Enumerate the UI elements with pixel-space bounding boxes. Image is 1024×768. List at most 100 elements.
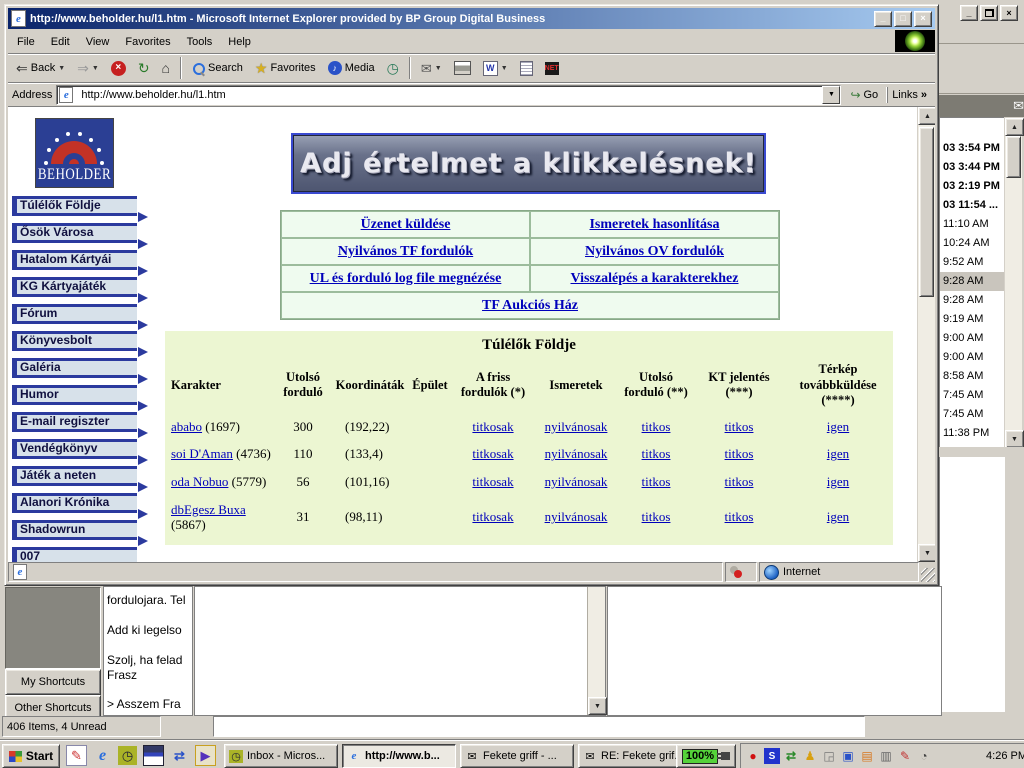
scrollbar-thumb[interactable] (1006, 136, 1021, 178)
link-titkos-kt[interactable]: titkos (725, 474, 754, 489)
message-list-scrollbar[interactable]: ▲ ▼ (1004, 117, 1023, 449)
message-list-item[interactable]: 03 3:44 PM (940, 158, 1005, 177)
ie-close-button[interactable]: × (914, 11, 932, 27)
my-shortcuts-button[interactable]: My Shortcuts (5, 669, 101, 695)
link-titkos[interactable]: titkos (642, 509, 671, 524)
character-link[interactable]: soi D'Aman (171, 446, 233, 461)
sidebar-item-galeria[interactable]: Galéria (12, 358, 137, 378)
link-visszalepes[interactable]: Visszalépés a karakterekhez (571, 271, 739, 287)
beholder-logo[interactable]: BEHOLDER (35, 118, 114, 188)
address-url[interactable]: http://www.beholder.hu/l1.htm (81, 89, 225, 101)
task-re-fekete-griff[interactable]: ✉ RE: Fekete grif... (578, 744, 692, 768)
scroll-down-icon[interactable]: ▼ (1005, 430, 1024, 448)
sidebar-item-vendegkonyv[interactable]: Vendégkönyv (12, 439, 137, 459)
link-titkos-kt[interactable]: titkos (725, 446, 754, 461)
tray-orange-window-icon[interactable]: ▤ (859, 748, 875, 764)
sidebar-item-forum[interactable]: Fórum (12, 304, 137, 324)
scroll-up-icon[interactable]: ▲ (1005, 118, 1024, 136)
menu-help[interactable]: Help (221, 33, 258, 51)
menu-favorites[interactable]: Favorites (118, 33, 177, 51)
link-titkos-kt[interactable]: titkos (725, 419, 754, 434)
message-list-item[interactable]: 03 2:19 PM (940, 177, 1005, 196)
ie-minimize-button[interactable]: _ (874, 11, 892, 27)
link-igen[interactable]: igen (827, 474, 849, 489)
link-titkosak[interactable]: titkosak (472, 474, 513, 489)
tray-green-arrows-icon[interactable]: ⇄ (783, 748, 799, 764)
sidebar-item-konyvesbolt[interactable]: Könyvesbolt (12, 331, 137, 351)
character-link[interactable]: oda Nobuo (171, 474, 228, 489)
message-list-item[interactable]: 9:00 AM (940, 348, 1005, 367)
sidebar-item-hatalom-kartyai[interactable]: Hatalom Kártyái (12, 250, 137, 270)
menu-edit[interactable]: Edit (44, 33, 77, 51)
net-button[interactable]: NET (541, 60, 563, 77)
edit-dropdown-icon[interactable]: ▼ (501, 65, 508, 72)
mail-dropdown-icon[interactable]: ▼ (435, 65, 442, 72)
link-nyilvanosak[interactable]: nyilvánosak (545, 509, 608, 524)
sidebar-item-jatek-a-neten[interactable]: Játék a neten (12, 466, 137, 486)
scroll-up-icon[interactable]: ▲ (918, 107, 935, 125)
message-list-item[interactable]: 10:24 AM (940, 234, 1005, 253)
sidebar-item-shadowrun[interactable]: Shadowrun (12, 520, 137, 540)
link-igen[interactable]: igen (827, 419, 849, 434)
message-list-item[interactable]: 03 3:54 PM (940, 139, 1005, 158)
search-button[interactable]: Search (188, 60, 247, 77)
task-ie-beholder[interactable]: e http://www.b... (342, 744, 456, 768)
history-button[interactable]: ◷ (383, 59, 403, 77)
menu-file[interactable]: File (10, 33, 42, 51)
tray-pen-icon[interactable]: ✎ (897, 748, 913, 764)
favorites-button[interactable]: ★ Favorites (251, 59, 320, 77)
message-list-item[interactable]: 9:28 AM (940, 291, 1005, 310)
refresh-button[interactable]: ↻ (134, 59, 154, 77)
task-fekete-griff[interactable]: ✉ Fekete griff - ... (460, 744, 574, 768)
link-igen[interactable]: igen (827, 509, 849, 524)
page-vertical-scrollbar[interactable]: ▲ ▼ (917, 107, 935, 562)
pane-scrollbar[interactable]: ▼ (587, 587, 605, 715)
sidebar-item-alanori-kronika[interactable]: Alanori Krónika (12, 493, 137, 513)
character-link[interactable]: ababo (171, 419, 202, 434)
menu-view[interactable]: View (79, 33, 117, 51)
taskbar-clock[interactable]: 4:26 PM (986, 750, 1024, 762)
outlook-clock-icon[interactable]: ◷ (118, 746, 137, 765)
back-dropdown-icon[interactable]: ▼ (58, 65, 65, 72)
sidebar-item-kg-kartyajatek[interactable]: KG Kártyajáték (12, 277, 137, 297)
link-nyilvanosak[interactable]: nyilvánosak (545, 446, 608, 461)
print-button[interactable] (450, 59, 475, 77)
link-igen[interactable]: igen (827, 446, 849, 461)
message-list-item[interactable]: 9:19 AM (940, 310, 1005, 329)
link-titkos[interactable]: titkos (642, 419, 671, 434)
links-chevron-icon[interactable]: » (921, 89, 927, 101)
sidebar-item-osok-varosa[interactable]: Ősök Városa (12, 223, 137, 243)
stop-button[interactable]: × (107, 59, 130, 78)
edit-button[interactable]: W ▼ (479, 59, 512, 78)
tray-monitor-icon[interactable]: ▣ (840, 748, 856, 764)
media-button[interactable]: ♪ Media (324, 59, 379, 77)
message-list-item[interactable]: 9:00 AM (940, 329, 1005, 348)
outlook-minimize-button[interactable]: _ (960, 5, 978, 21)
back-button[interactable]: ⇐ Back ▼ (12, 59, 69, 77)
scroll-down-icon[interactable]: ▼ (588, 697, 607, 715)
task-inbox[interactable]: ◷ Inbox - Micros... (224, 744, 338, 768)
floppy-save-icon[interactable] (143, 745, 164, 766)
home-button[interactable]: ⌂ (158, 59, 174, 77)
scrollbar-thumb[interactable] (919, 127, 934, 297)
message-list-item[interactable]: 03 11:54 ... (940, 196, 1005, 215)
message-list-item[interactable]: 7:45 AM (940, 405, 1005, 424)
discuss-button[interactable] (516, 59, 537, 78)
sidebar-item-humor[interactable]: Humor (12, 385, 137, 405)
message-list-item[interactable]: 9:52 AM (940, 253, 1005, 272)
media-player-icon[interactable]: ▶ (195, 745, 216, 766)
start-button[interactable]: Start (2, 744, 60, 768)
forward-dropdown-icon[interactable]: ▼ (92, 65, 99, 72)
show-desktop-icon[interactable]: ✎ (66, 745, 87, 766)
tray-red-dot-icon[interactable]: ● (745, 748, 761, 764)
outlook-restore-button[interactable] (980, 5, 998, 21)
sidebar-item-email-regiszter[interactable]: E-mail regiszter (12, 412, 137, 432)
link-titkos[interactable]: titkos (642, 474, 671, 489)
sidebar-item-tulelok-foldje[interactable]: Túlélők Földje (12, 196, 137, 216)
banner-ad[interactable]: Adj értelmet a klikkelésnek! (291, 133, 766, 194)
tray-magnifier-icon[interactable]: ◔ (916, 748, 932, 764)
link-nyilvanos-tf-fordulok[interactable]: Nyilvános TF fordulók (338, 244, 473, 260)
link-nyilvanosak[interactable]: nyilvánosak (545, 474, 608, 489)
link-nyilvanosak[interactable]: nyilvánosak (545, 419, 608, 434)
message-list-item[interactable]: 11:10 AM (940, 215, 1005, 234)
